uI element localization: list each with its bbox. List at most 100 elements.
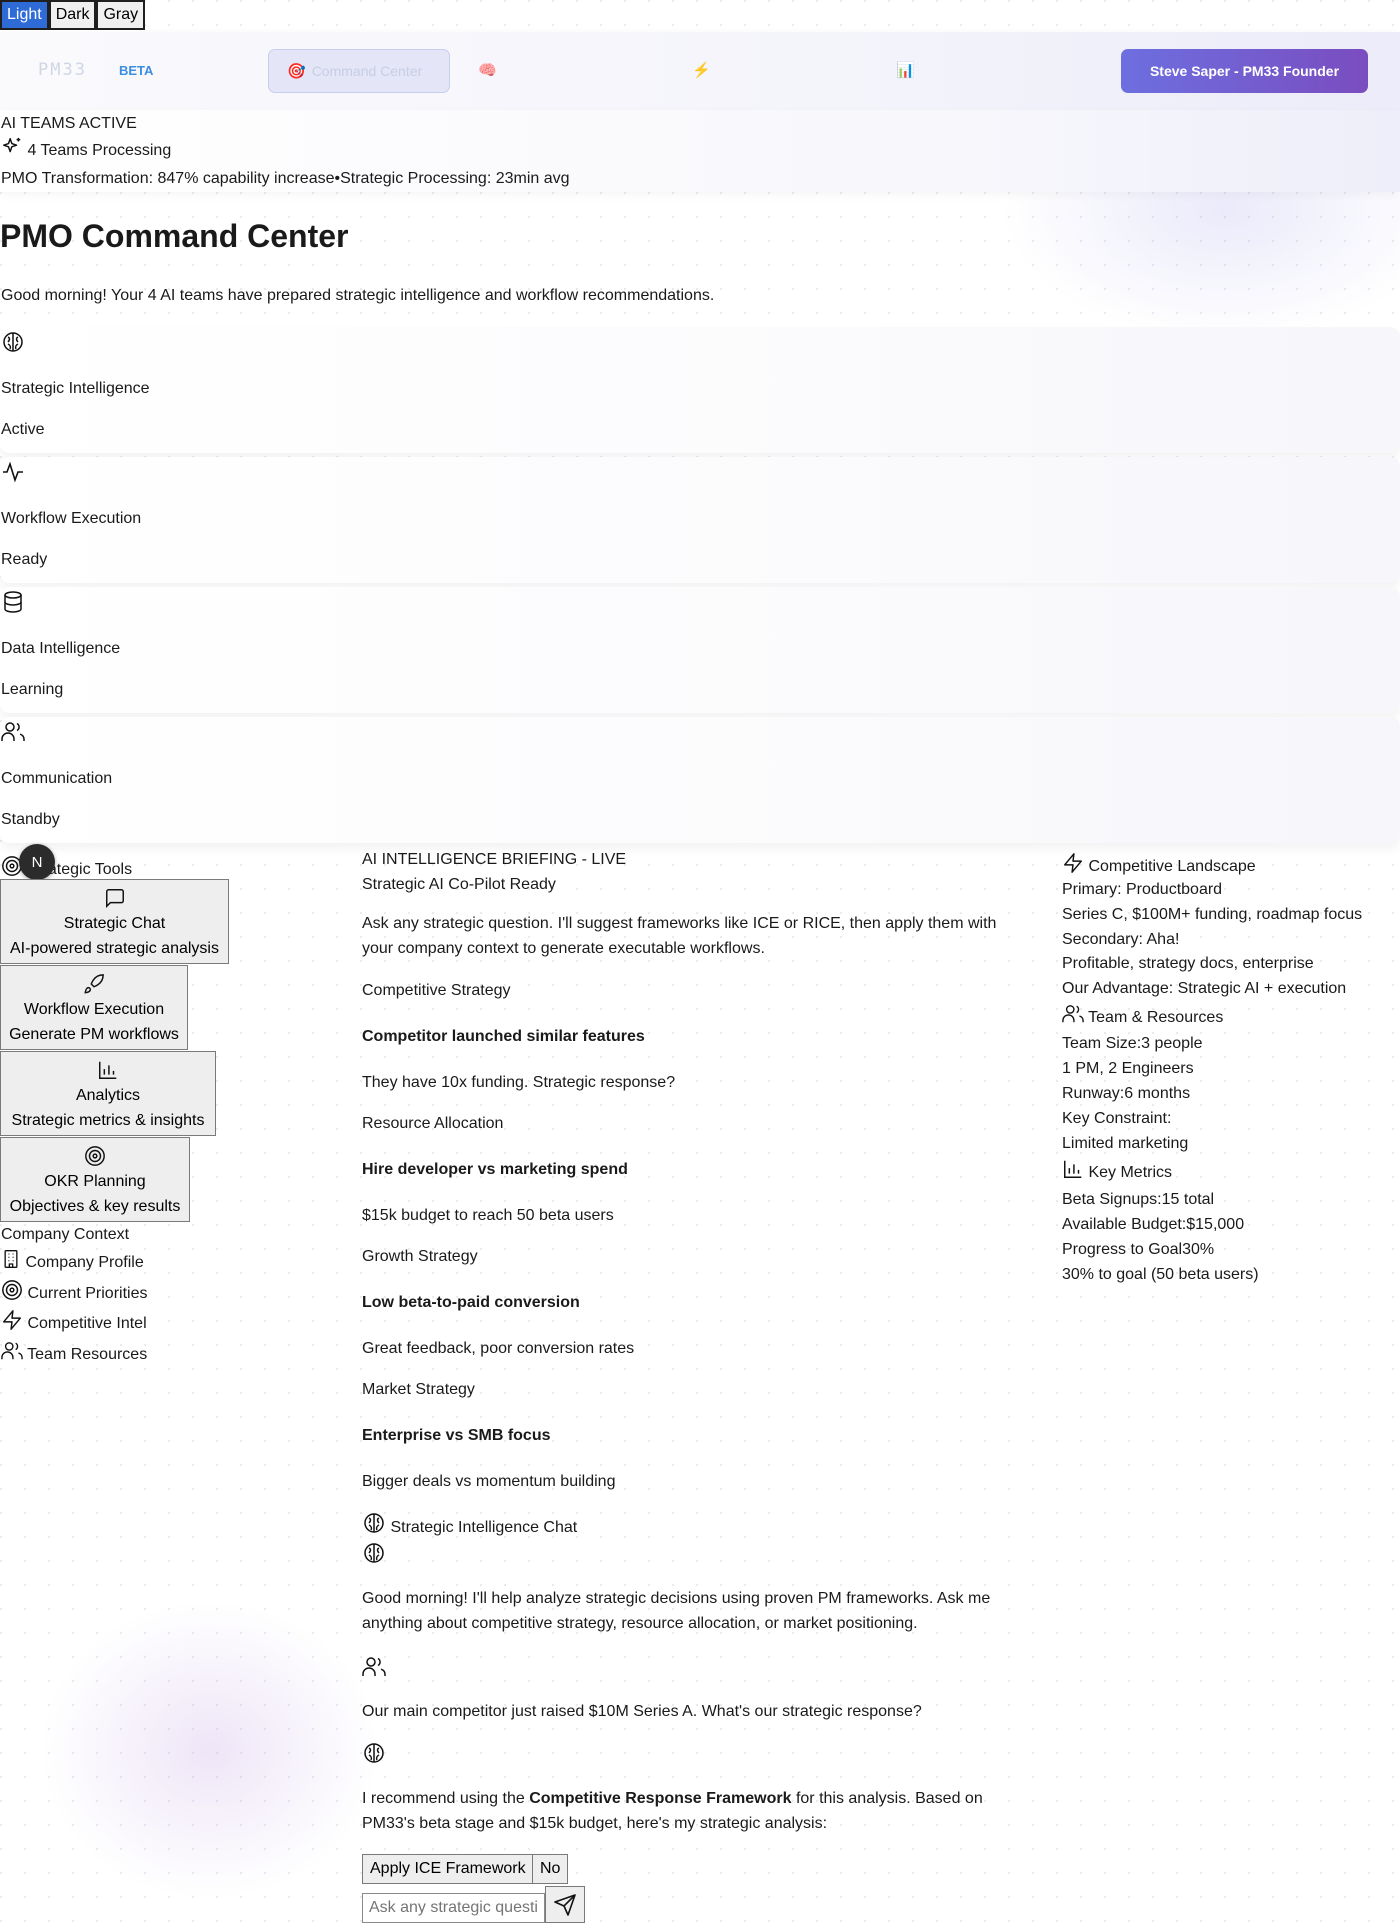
signups-value: 15 total [1161,1191,1215,1208]
context-company-profile[interactable]: Company Profile [1,1248,144,1272]
competitive-heading-label: Competitive Landscape [1088,858,1256,875]
apply-ice-framework-button[interactable]: Apply ICE Framework [362,1854,534,1884]
no-button[interactable]: No [532,1854,569,1884]
scenario-title: Enterprise vs SMB focus [362,1427,551,1444]
available-budget: Available Budget:$15,000 [1062,1216,1244,1234]
ai-rec-pre: I recommend using the [362,1790,530,1807]
briefing-heading: AI INTELLIGENCE BRIEFING - LIVE [362,851,627,868]
ai-message-line2: anything about competitive strategy, res… [362,1615,918,1632]
lightning-icon [1064,853,1082,873]
beta-badge: BETA [119,63,154,78]
teams-processing: 4 Teams Processing [1,136,171,160]
context-competitive-intel[interactable]: Competitive Intel [1,1309,147,1333]
team-card-workflow-execution[interactable]: Workflow Execution Ready [0,457,1400,583]
nav-tab-analytics[interactable]: 📊 [878,49,1018,91]
transformation-summary: PMO Transformation: 847% capability incr… [1,170,570,188]
nav-tab-workflows[interactable]: ⚡ [670,49,850,91]
runway-label: Runway: [1062,1085,1125,1102]
signups-label: Beta Signups: [1062,1191,1162,1208]
user-avatar-users-icon [362,1657,386,1676]
page-subtitle: Good morning! Your 4 AI teams have prepa… [1,287,715,304]
competitive-landscape-heading: Competitive Landscape [1062,852,1256,876]
theme-light-button[interactable]: Light [0,0,49,30]
transformation-text: PMO Transformation: 847% capability incr… [1,170,335,187]
nav-tab-command-center[interactable]: 🎯 Command Center [268,49,450,93]
bar-chart-icon [1064,1160,1082,1178]
chat-icon [105,888,124,908]
users-icon [1,1342,23,1360]
context-current-priorities[interactable]: Current Priorities [1,1279,147,1303]
metrics-heading-label: Key Metrics [1088,1164,1173,1181]
team-composition: 1 PM, 2 Engineers [1062,1060,1194,1077]
workflow-execution-button[interactable]: Workflow Execution Generate PM workflows [0,965,188,1050]
tool-desc: Objectives & key results [9,1197,181,1215]
team-size: Team Size:3 people [1062,1035,1203,1053]
runway-value: 6 months [1124,1085,1191,1102]
competitor-secondary: Secondary: Aha! [1062,931,1180,948]
budget-value: $15,000 [1186,1216,1245,1233]
rocket-icon [84,973,104,994]
theme-dark-button[interactable]: Dark [48,0,97,30]
progress-label: Progress to Goal [1062,1241,1183,1258]
target-icon [85,1145,105,1166]
scenario-desc: $15k budget to reach 50 beta users [362,1207,614,1224]
context-team-resources[interactable]: Team Resources [1,1340,147,1364]
scenario-title: Hire developer vs marketing spend [362,1161,628,1178]
chat-title: Strategic Intelligence Chat [362,1511,577,1537]
runway: Runway:6 months [1062,1085,1190,1103]
company-context-heading: Company Context [1,1226,130,1243]
team-status: Learning [1,681,64,698]
key-constraint-label: Key Constraint: [1062,1110,1172,1127]
nav-tab-label: Command Center [311,63,423,79]
strategic-chat-button[interactable]: Strategic Chat AI-powered strategic anal… [0,879,229,964]
team-name: Strategic Intelligence [1,380,150,397]
analytics-button[interactable]: Analytics Strategic metrics & insights [0,1051,216,1136]
scenario-category: Growth Strategy [362,1248,478,1265]
framework-name: Competitive Response Framework [529,1790,792,1807]
context-label: Competitive Intel [27,1315,147,1332]
ai-recommendation-line2: PM33's beta stage and $15k budget, here'… [362,1815,828,1832]
ai-avatar-brain-icon [364,1743,384,1763]
send-button[interactable] [545,1886,585,1923]
key-metrics-heading: Key Metrics [1062,1158,1172,1182]
scenario-title: Low beta-to-paid conversion [362,1294,580,1311]
tool-title: OKR Planning [44,1172,146,1190]
database-icon [4,591,22,613]
chat-input[interactable] [362,1893,545,1923]
logo[interactable]: PM33 [38,60,87,80]
send-icon [554,1893,576,1916]
nav-tab-intelligence[interactable]: 🧠 [460,49,620,91]
copilot-intro-line1: Ask any strategic question. I'll suggest… [362,915,997,932]
goal-note: 30% to goal (50 beta users) [1062,1266,1259,1283]
copilot-status: Strategic AI Co-Pilot Ready [362,876,556,893]
building-icon [4,1250,18,1268]
scenario-category: Competitive Strategy [362,982,511,999]
our-advantage: Our Advantage: Strategic AI + execution [1062,980,1347,997]
team-card-strategic-intelligence[interactable]: Strategic Intelligence Active [0,327,1400,453]
competitor-secondary-desc: Profitable, strategy docs, enterprise [1062,955,1314,972]
team-resources-heading: Team & Resources [1062,1003,1223,1027]
scenario-category: Resource Allocation [362,1115,504,1132]
copilot-intro-line2: your company context to generate executa… [362,940,765,957]
ai-rec-post: for this analysis. Based on [791,1790,983,1807]
lightning-icon [3,1310,21,1330]
user-message: Our main competitor just raised $10M Ser… [362,1703,922,1720]
activity-icon [3,461,23,483]
users-icon [1,722,25,741]
theme-gray-button[interactable]: Gray [96,0,146,30]
team-status: Active [1,421,45,438]
user-profile-button[interactable]: Steve Saper - PM33 Founder [1121,49,1368,93]
brain-icon [364,1513,384,1533]
competitor-primary-desc: Series C, $100M+ funding, roadmap focus [1062,906,1363,923]
avatar[interactable]: N [19,844,55,880]
okr-planning-button[interactable]: OKR Planning Objectives & key results [0,1137,190,1222]
team-card-data-intelligence[interactable]: Data Intelligence Learning [0,587,1400,713]
target-icon [2,1280,22,1300]
team-name: Communication [1,770,113,787]
tool-title: Analytics [75,1086,141,1104]
sparkles-icon [3,137,21,153]
ai-avatar-brain-icon [364,1543,384,1563]
scenario-title: Competitor launched similar features [362,1028,645,1045]
scenario-desc: Bigger deals vs momentum building [362,1473,616,1490]
team-card-communication[interactable]: Communication Standby [0,717,1400,843]
